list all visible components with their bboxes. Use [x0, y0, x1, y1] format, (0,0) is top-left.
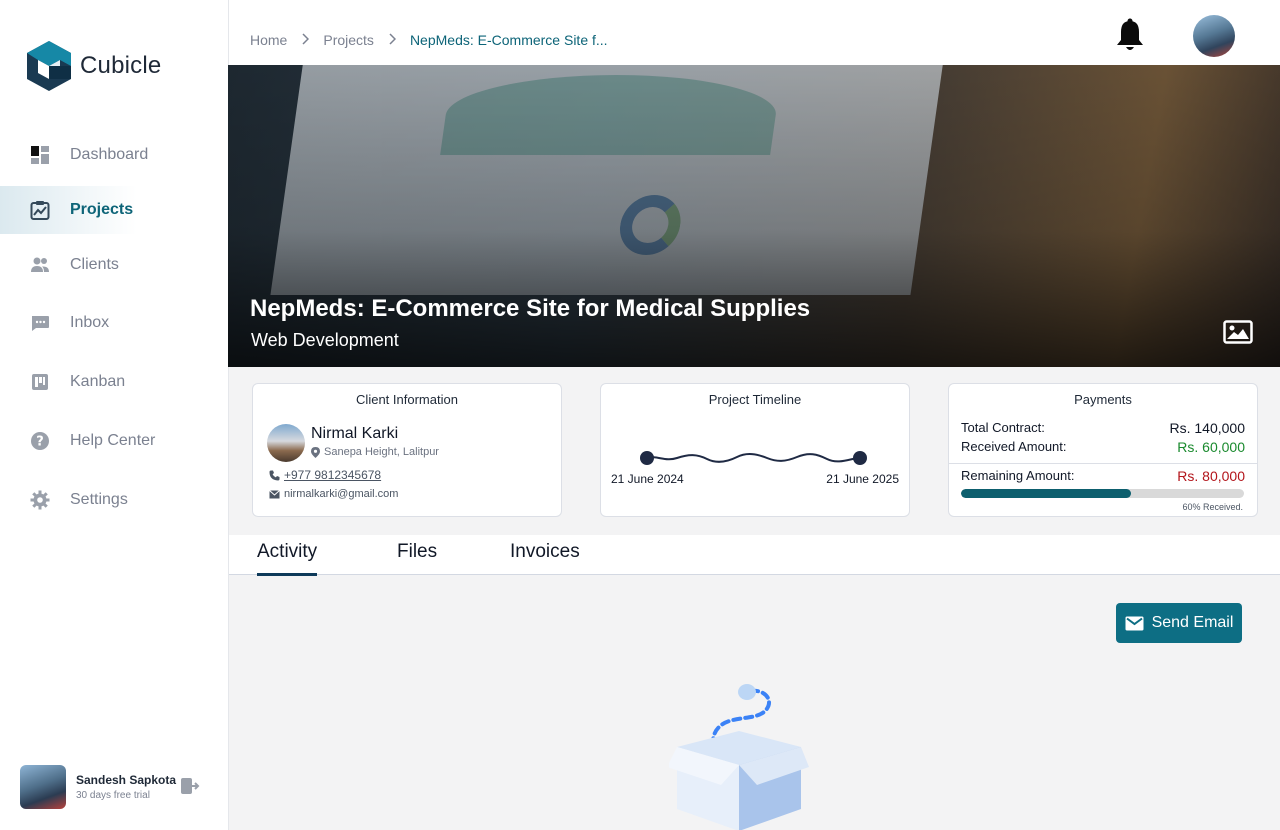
app-name: Cubicle	[80, 52, 162, 79]
timeline-graphic	[640, 451, 867, 465]
user-name: Sandesh Sapkota	[76, 773, 177, 787]
user-plan: 30 days free trial	[76, 790, 150, 801]
project-category: Web Development	[251, 330, 399, 350]
sidebar-item-projects[interactable]: Projects	[0, 186, 228, 234]
sidebar-item-clients[interactable]: Clients	[0, 241, 228, 289]
users-icon	[30, 255, 50, 275]
divider	[949, 463, 1257, 464]
sidebar-item-label: Clients	[70, 256, 119, 273]
svg-text:?: ?	[36, 435, 44, 450]
timeline-end-date: 21 June 2025	[826, 472, 899, 486]
sidebar-item-label: Inbox	[70, 314, 110, 331]
payment-progress-bar	[961, 489, 1244, 498]
logout-button[interactable]	[180, 777, 200, 800]
user-avatar	[20, 765, 66, 809]
sidebar-item-settings[interactable]: Settings	[0, 476, 228, 524]
total-contract-row: Total Contract: Rs. 140,000	[961, 420, 1245, 436]
card-title: Client Information	[356, 392, 458, 407]
project-hero: NepMeds: E-Commerce Site for Medical Sup…	[228, 65, 1280, 367]
breadcrumb: Home Projects NepMeds: E-Commerce Site f…	[250, 32, 608, 48]
chevron-right-icon	[301, 32, 310, 48]
app-logo[interactable]: Cubicle	[26, 40, 161, 92]
received-amount-row: Received Amount: Rs. 60,000	[961, 439, 1245, 455]
change-cover-button[interactable]	[1223, 320, 1253, 349]
received-amount-value: Rs. 60,000	[1177, 439, 1245, 455]
breadcrumb-home[interactable]: Home	[250, 32, 287, 48]
remaining-amount-value: Rs. 80,000	[1177, 468, 1245, 484]
total-contract-label: Total Contract:	[961, 420, 1045, 435]
chat-icon	[30, 313, 50, 333]
remaining-amount-label: Remaining Amount:	[961, 468, 1075, 483]
help-icon: ?	[30, 431, 50, 451]
sidebar-item-inbox[interactable]: Inbox	[0, 299, 228, 347]
current-user[interactable]: Sandesh Sapkota 30 days free trial	[20, 765, 176, 809]
breadcrumb-current: NepMeds: E-Commerce Site f...	[409, 32, 608, 48]
client-phone: +977 9812345678	[269, 468, 381, 482]
chevron-right-icon	[388, 32, 396, 48]
client-information-card: Client Information Nirmal Karki Sanepa H…	[252, 383, 562, 517]
gear-icon	[30, 490, 50, 510]
dashboard-icon	[30, 145, 50, 165]
tab-activity[interactable]: Activity	[257, 541, 318, 576]
sidebar-item-label: Projects	[70, 201, 134, 218]
client-location-text: Sanepa Height, Lalitpur	[324, 446, 439, 458]
client-email: nirmalkarki@gmail.com	[269, 488, 398, 500]
project-title: NepMeds: E-Commerce Site for Medical Sup…	[250, 295, 811, 322]
bell-icon	[1117, 18, 1143, 50]
timeline-start-marker	[640, 451, 654, 465]
sidebar-item-label: Kanban	[70, 373, 126, 390]
mail-icon	[1125, 616, 1144, 630]
send-email-label: Send Email	[1151, 614, 1234, 631]
client-phone-link[interactable]: +977 9812345678	[284, 468, 381, 482]
image-icon	[1223, 320, 1253, 344]
sidebar-item-kanban[interactable]: Kanban	[0, 358, 228, 406]
top-bar: Home Projects NepMeds: E-Commerce Site f…	[229, 0, 1280, 65]
logout-icon	[181, 778, 200, 794]
timeline-start-date: 21 June 2024	[611, 472, 684, 486]
total-contract-value: Rs. 140,000	[1169, 420, 1246, 436]
notifications-button[interactable]	[1115, 18, 1145, 59]
payment-progress-note: 60% Received.	[1182, 502, 1243, 512]
client-email-text[interactable]: nirmalkarki@gmail.com	[284, 488, 398, 500]
phone-icon	[269, 470, 280, 480]
payments-card: Payments Total Contract: Rs. 140,000 Rec…	[948, 383, 1258, 517]
client-location: Sanepa Height, Lalitpur	[311, 446, 439, 458]
received-amount-label: Received Amount:	[961, 439, 1067, 454]
remaining-amount-row: Remaining Amount: Rs. 80,000	[961, 468, 1245, 484]
card-title: Project Timeline	[708, 392, 802, 407]
client-avatar	[267, 424, 305, 462]
kanban-icon	[30, 372, 50, 392]
sidebar-item-dashboard[interactable]: Dashboard	[0, 131, 228, 179]
send-email-button[interactable]: Send Email	[1116, 603, 1242, 643]
location-pin-icon	[311, 446, 320, 458]
client-name: Nirmal Karki	[311, 425, 399, 442]
sidebar-item-label: Settings	[70, 491, 128, 508]
breadcrumb-projects[interactable]: Projects	[323, 32, 374, 48]
card-title: Payments	[1074, 392, 1132, 407]
sidebar-item-label: Help Center	[70, 432, 156, 449]
chart-clipboard-icon	[30, 200, 50, 220]
mail-icon	[269, 489, 280, 498]
sidebar: Cubicle Dashboard Projects Clients Inbox…	[0, 0, 229, 830]
activity-panel: Send Email	[229, 576, 1280, 830]
cubicle-logo-icon	[27, 41, 71, 91]
payment-progress-fill	[961, 489, 1131, 498]
sidebar-item-label: Dashboard	[70, 146, 149, 163]
empty-box-illustration	[669, 684, 809, 830]
sidebar-item-help-center[interactable]: ? Help Center	[0, 417, 228, 465]
tab-invoices[interactable]: Invoices	[510, 541, 580, 573]
tab-files[interactable]: Files	[397, 541, 437, 573]
project-tabs: Activity Files Invoices	[229, 535, 1280, 576]
profile-avatar[interactable]	[1193, 15, 1235, 57]
project-timeline-card: Project Timeline 21 June 2024 21 June 20…	[600, 383, 910, 517]
timeline-end-marker	[853, 451, 867, 465]
